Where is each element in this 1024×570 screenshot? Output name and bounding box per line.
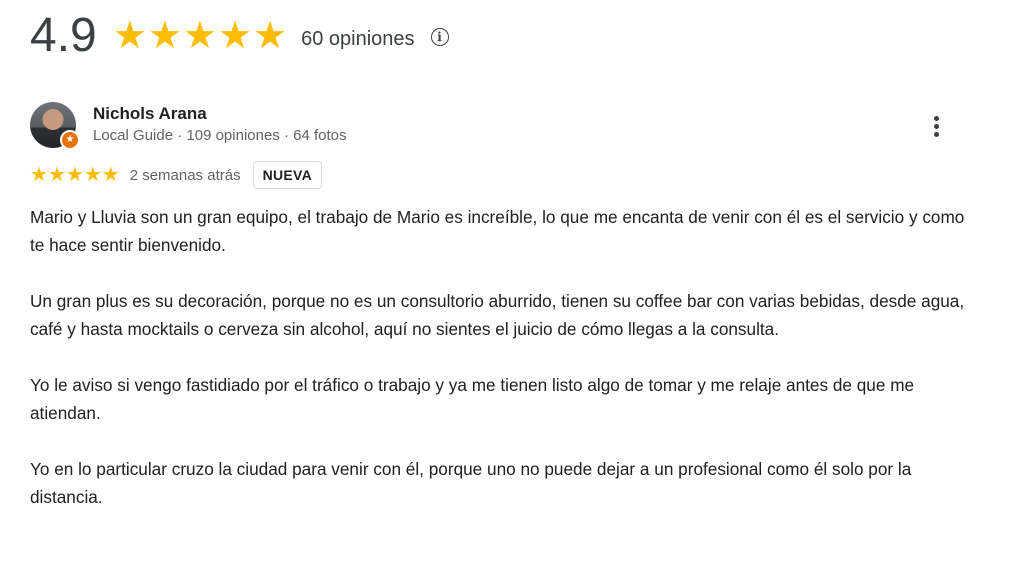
more-vert-icon [933, 115, 939, 121]
star-icon: ★ [253, 15, 288, 57]
review-paragraph: Mario y Lluvia son un gran equipo, el tr… [30, 207, 965, 255]
reviewer-name[interactable]: Nichols Arana [93, 103, 347, 125]
reviewer-info: Nichols Arana Local Guide · 109 opinione… [93, 103, 347, 146]
reviewer-meta: Local Guide · 109 opiniones · 64 fotos [93, 127, 347, 144]
reviews-page: 4.9 ★ ★ ★ ★ ★ 60 opiniones i ★ Nichols A… [0, 0, 1024, 570]
star-icon: ★ [112, 15, 147, 57]
star-icon: ★ [147, 15, 182, 57]
star-icon: ★ [30, 164, 48, 186]
avatar[interactable]: ★ [30, 102, 80, 150]
review-meta-row: ★ ★ ★ ★ ★ 2 semanas atrás NUEVA [30, 161, 323, 189]
reviewer: ★ Nichols Arana Local Guide · 109 opinio… [30, 102, 347, 150]
more-options-button[interactable] [925, 112, 947, 140]
review-paragraph: Un gran plus es su decoración, porque no… [30, 291, 965, 339]
average-score: 4.9 [30, 9, 97, 62]
review-paragraph: Yo en lo particular cruzo la ciudad para… [30, 459, 912, 507]
review-count[interactable]: 60 opiniones [301, 28, 414, 51]
star-icon: ★ [101, 164, 120, 186]
star-icon: ★ [47, 164, 66, 186]
local-guide-badge-icon: ★ [60, 130, 80, 150]
new-badge: NUEVA [252, 161, 323, 189]
average-stars: ★ ★ ★ ★ ★ [113, 17, 287, 55]
review-time: 2 semanas atrás [129, 166, 241, 184]
star-icon: ★ [217, 15, 253, 57]
review-text: Mario y Lluvia son un gran equipo, el tr… [30, 203, 970, 539]
more-vert-icon [933, 131, 939, 137]
more-vert-icon [933, 123, 939, 129]
star-icon: ★ [182, 15, 217, 57]
rating-summary: 4.9 ★ ★ ★ ★ ★ 60 opiniones i [30, 6, 449, 66]
star-icon: ★ [65, 164, 84, 186]
review-paragraph: Yo le aviso si vengo fastidiado por el t… [30, 375, 915, 423]
info-icon[interactable]: i [430, 28, 449, 46]
star-icon: ★ [83, 164, 102, 186]
review-rating: ★ ★ ★ ★ ★ [30, 165, 120, 185]
